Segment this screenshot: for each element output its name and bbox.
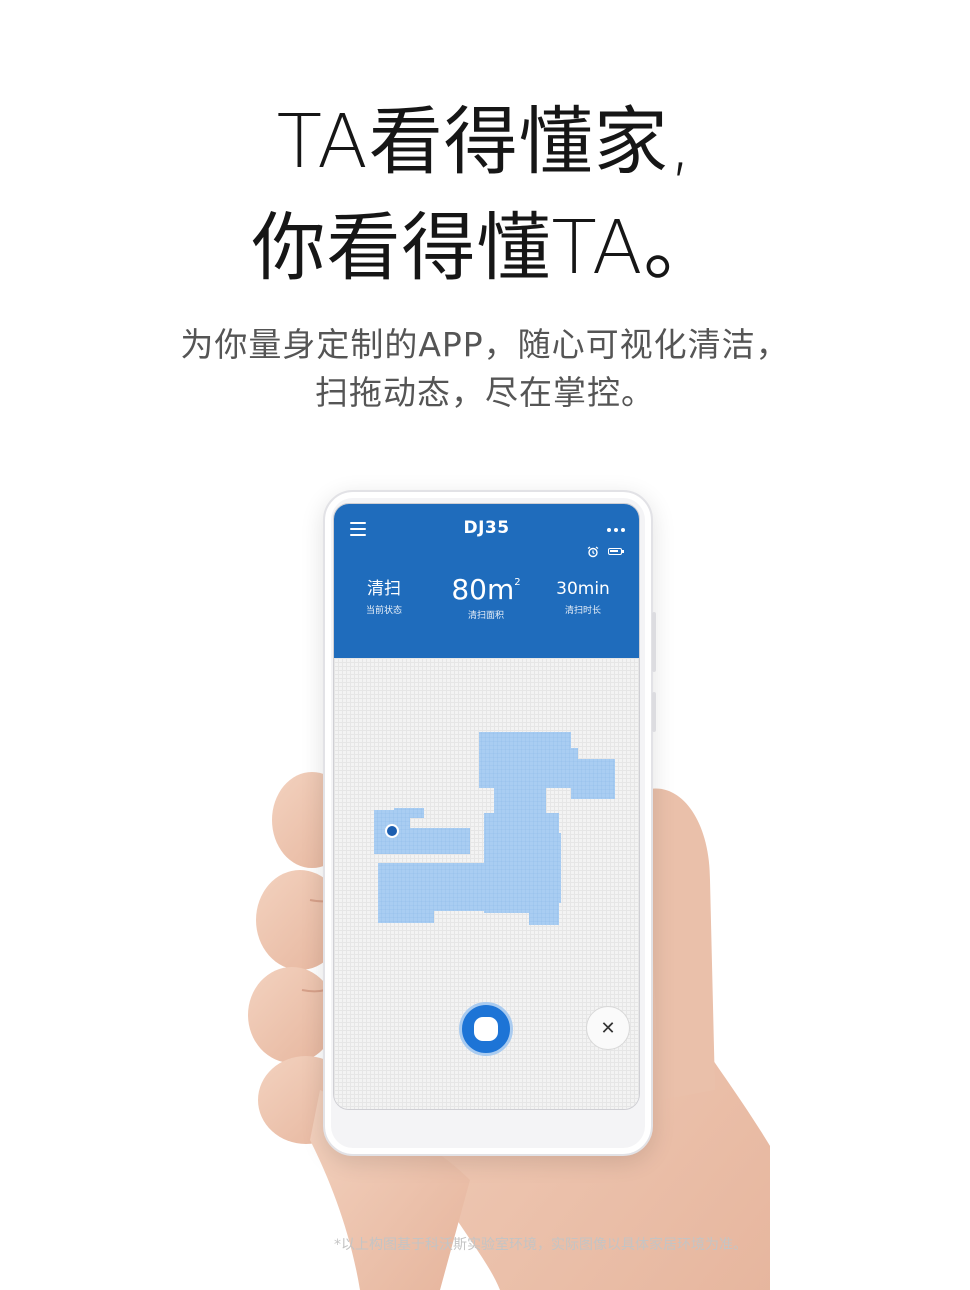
stat-time: 30min 清扫时长 bbox=[533, 578, 633, 616]
robot-position-dot bbox=[385, 824, 399, 838]
power-button bbox=[652, 692, 656, 732]
battery-icon bbox=[608, 548, 624, 555]
stat-area-value: 80m2 bbox=[451, 573, 521, 606]
headline-line-2: 你看得懂TA。 bbox=[251, 205, 719, 291]
app-header: DJ35 清扫 当前状态 80m2 清扫面积 30min 清扫时长 bbox=[334, 504, 639, 658]
phone-screen: DJ35 清扫 当前状态 80m2 清扫面积 30min 清扫时长 ✕ bbox=[333, 503, 640, 1110]
stat-status: 清扫 当前状态 bbox=[334, 578, 434, 616]
stat-time-value: 30min bbox=[556, 579, 610, 599]
more-dots-icon[interactable] bbox=[607, 528, 625, 532]
stat-area-label: 清扫面积 bbox=[467, 611, 504, 621]
stat-status-label: 当前状态 bbox=[365, 606, 402, 616]
disclaimer-text: *以上构图基于科沃斯实验室环境，实际图像以具体家居环境为准。 bbox=[334, 1237, 747, 1253]
stat-area-unit-sup: 2 bbox=[514, 577, 521, 588]
headline-line-1: TA看得懂家, bbox=[276, 99, 694, 185]
start-stop-button[interactable] bbox=[459, 1002, 513, 1056]
stop-square-icon bbox=[474, 1017, 498, 1041]
alarm-clock-icon bbox=[587, 546, 599, 558]
stat-status-value: 清扫 bbox=[367, 579, 401, 599]
stat-time-label: 清扫时长 bbox=[564, 606, 601, 616]
subheadline-line-1: 为你量身定制的APP，随心可视化清洁， bbox=[180, 325, 790, 364]
stat-area: 80m2 清扫面积 bbox=[436, 575, 536, 622]
volume-button bbox=[652, 612, 656, 672]
subheadline-line-2: 扫拖动态，尽在掌控。 bbox=[315, 373, 655, 412]
cleaning-map[interactable]: ✕ bbox=[334, 658, 639, 1109]
app-title: DJ35 bbox=[463, 518, 510, 538]
close-button[interactable]: ✕ bbox=[586, 1006, 630, 1050]
close-icon: ✕ bbox=[600, 1017, 616, 1039]
